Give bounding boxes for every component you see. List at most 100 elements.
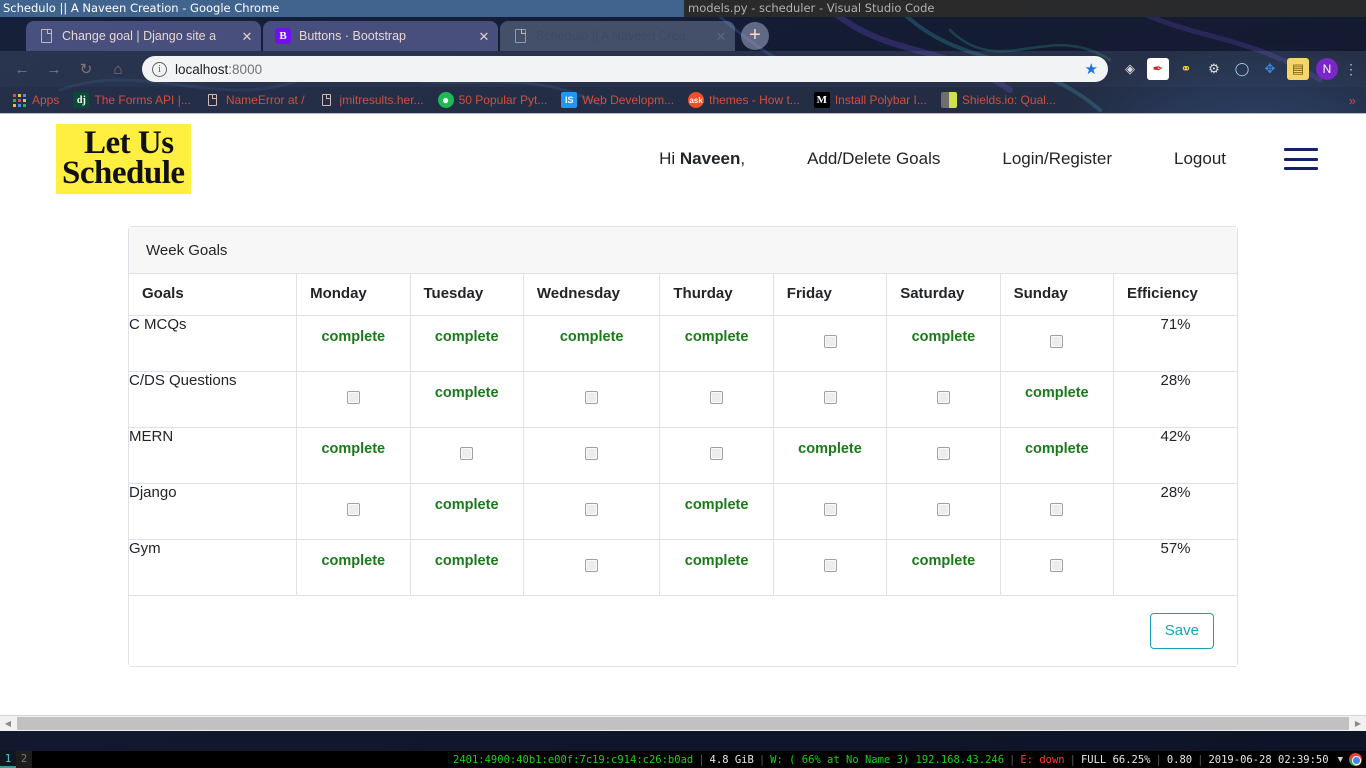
goal-day-checkbox[interactable] [585,558,599,572]
address-bar[interactable]: i localhost :8000 ★ [142,56,1108,82]
complete-label: complete [911,552,976,569]
column-header-saturday: Saturday [886,274,1001,316]
tab-title: Buttons · Bootstrap [299,29,407,43]
bookmark-apps[interactable]: Apps [4,89,66,111]
close-icon[interactable]: ✕ [713,30,729,43]
day-cell: complete [659,539,774,596]
goal-day-checkbox[interactable] [823,502,837,516]
scrollbar-thumb[interactable] [17,717,1349,730]
chrome-menu-icon[interactable]: ⋮ [1342,61,1360,78]
back-icon[interactable]: ← [8,55,36,83]
bookmarks-overflow-icon[interactable]: » [1343,93,1362,108]
bookmark-forms-api[interactable]: dj The Forms API |... [66,89,197,111]
goal-day-checkbox[interactable] [346,390,360,404]
save-button[interactable]: Save [1149,612,1214,649]
apps-grid-icon [11,92,27,108]
status-datetime: 2019-06-28 02:39:50 [1208,753,1329,766]
day-cell: complete [659,315,774,372]
tray-expand-icon[interactable]: ▼ [1334,755,1347,765]
bluetooth-extension-icon[interactable]: ✥ [1259,58,1281,80]
bookmark-50-popular-python[interactable]: ● 50 Popular Pyt... [431,89,555,111]
nav-link-logout[interactable]: Logout [1174,149,1226,169]
day-cell [1000,315,1115,372]
bookmark-install-polybar[interactable]: M Install Polybar I... [807,89,934,111]
reload-icon[interactable]: ↻ [72,55,100,83]
profile-avatar[interactable]: N [1316,58,1338,80]
goal-day-checkbox[interactable] [1050,502,1064,516]
table-body: C MCQs complete complete complete complete co… [129,315,1237,596]
goal-day-checkbox[interactable] [1050,334,1064,348]
day-cell [523,539,661,596]
column-header-efficiency: Efficiency [1113,274,1237,316]
globe-extension-icon[interactable]: ◈ [1119,58,1141,80]
complete-label: complete [434,552,499,569]
chrome-tray-icon[interactable] [1349,753,1362,766]
battery-icon: ▌ [940,92,957,108]
nav-link-login-register[interactable]: Login/Register [1002,149,1112,169]
apps-grid-svg [12,93,26,107]
browser-tab-change-goal[interactable]: Change goal | Django site a ✕ [26,21,261,51]
greeting-prefix: Hi [659,149,680,168]
goal-day-checkbox[interactable] [346,502,360,516]
bookmark-jmitresults[interactable]: jmitresults.her... [312,89,431,111]
day-cell [1000,483,1115,540]
scroll-right-icon[interactable]: ▶ [1350,716,1366,731]
column-header-thurday: Thurday [659,274,774,316]
close-icon[interactable]: ✕ [476,30,492,43]
column-header-tuesday: Tuesday [410,274,524,316]
scroll-left-icon[interactable]: ◀ [0,716,16,731]
goal-day-checkbox[interactable] [460,446,474,460]
bookmark-web-development[interactable]: IS Web Developm... [554,89,681,111]
goal-day-checkbox[interactable] [710,446,724,460]
brand-logo[interactable]: Let Us Schedule [56,123,191,195]
ring-extension-icon[interactable]: ◯ [1231,58,1253,80]
red-note-extension-icon[interactable]: ✒ [1147,58,1169,80]
complete-label: complete [684,552,749,569]
site-info-icon[interactable]: i [152,61,167,77]
forward-icon[interactable]: → [40,55,68,83]
page-horizontal-scrollbar[interactable]: ◀ ▶ [0,715,1366,731]
tab-title: Change goal | Django site a [62,29,217,43]
day-cell [410,427,524,484]
goal-day-checkbox[interactable] [823,558,837,572]
goal-day-checkbox[interactable] [585,502,599,516]
workspace-1[interactable]: 1 [0,751,16,768]
bookmark-nameerror[interactable]: NameError at / [198,89,312,111]
day-cell [886,483,1001,540]
hamburger-menu-icon[interactable] [1284,148,1318,170]
goal-day-checkbox[interactable] [936,502,950,516]
goal-day-checkbox[interactable] [936,390,950,404]
home-icon[interactable]: ⌂ [104,55,132,83]
hamburger-bar-1 [1284,148,1318,151]
goal-day-checkbox[interactable] [823,334,837,348]
browser-tab-schedulo[interactable]: Schedulo || A Naveen Crea ✕ [500,21,735,51]
bookmark-star-icon[interactable]: ★ [1085,60,1098,78]
notes-extension-icon[interactable]: ▤ [1287,58,1309,80]
bookmark-label: Web Developm... [582,93,675,107]
bookmark-themes[interactable]: ask themes - How t... [681,89,807,111]
page-icon [512,28,528,44]
python-extension-icon[interactable]: ⚭ [1175,58,1197,80]
goal-day-checkbox[interactable] [823,390,837,404]
table-row: Django complete complete 28% [129,483,1237,540]
efficiency-cell: 28% [1113,371,1237,428]
workspace-2[interactable]: 2 [16,751,32,768]
bookmark-shields-io[interactable]: ▌ Shields.io: Qual... [934,89,1063,111]
day-cell [773,315,888,372]
nav-link-add-delete-goals[interactable]: Add/Delete Goals [807,149,940,169]
close-icon[interactable]: ✕ [239,30,255,43]
day-cell [773,483,888,540]
day-cell [659,427,774,484]
hamburger-bar-2 [1284,157,1318,161]
goal-day-checkbox[interactable] [936,446,950,460]
table-row: Gym complete complete complete complete 57% [129,539,1237,596]
goal-day-checkbox[interactable] [710,390,724,404]
new-tab-button[interactable]: + [741,22,769,50]
day-cell [523,427,661,484]
card-header: Week Goals [129,227,1237,274]
goal-day-checkbox[interactable] [585,390,599,404]
goal-day-checkbox[interactable] [1050,558,1064,572]
goal-day-checkbox[interactable] [585,446,599,460]
browser-tab-bootstrap[interactable]: B Buttons · Bootstrap ✕ [263,21,498,51]
gear-extension-icon[interactable]: ⚙ [1203,58,1225,80]
